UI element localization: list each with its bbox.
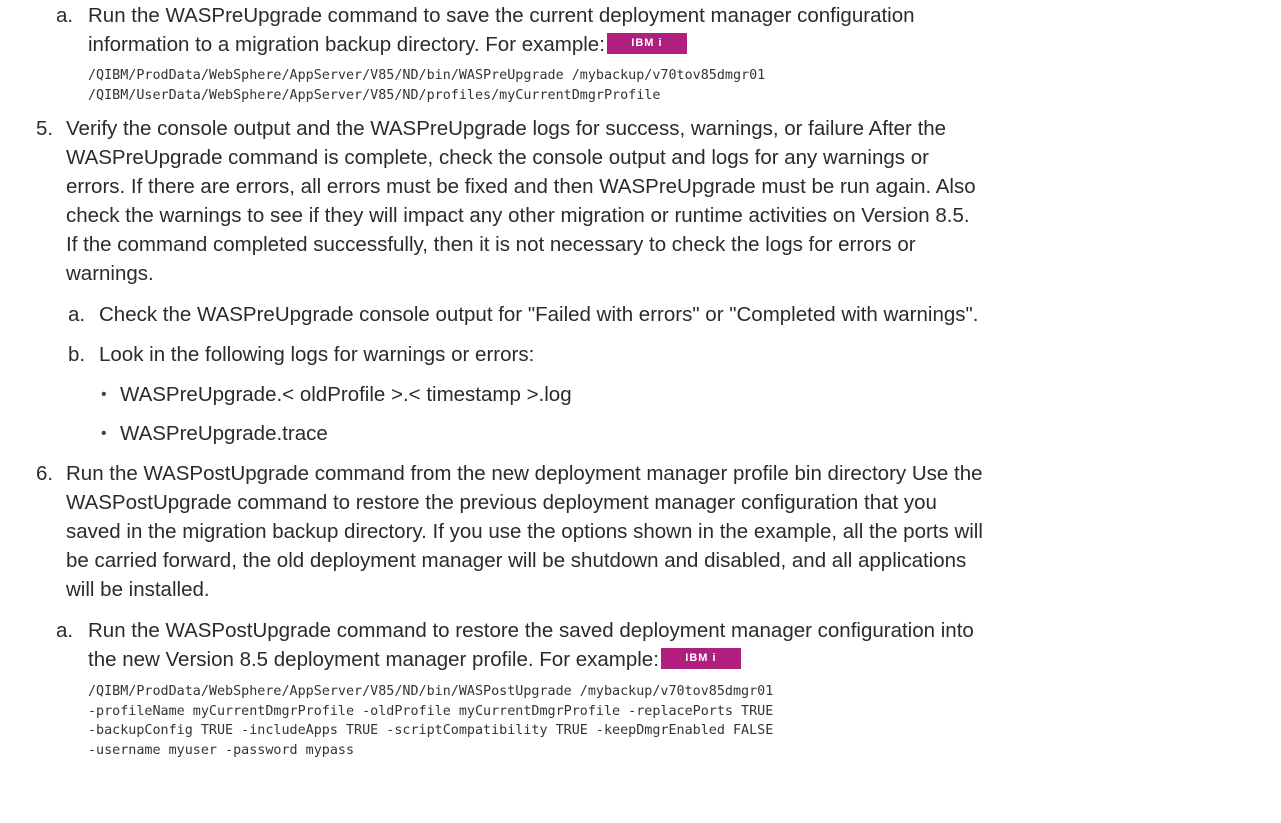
step-5-line-3: errors. If there are errors, all errors … [66,175,976,198]
code-line: -profileName myCurrentDmgrProfile -oldPr… [88,703,774,719]
code-block-postupgrade: /QIBM/ProdData/WebSphere/AppServer/V85/N… [88,682,773,760]
step-6a-marker: a. [56,619,74,642]
code-line: -backupConfig TRUE -includeApps TRUE -sc… [88,723,774,738]
code-line: -username myuser -password mypass [88,742,355,758]
log-item-1: WASPreUpgrade.< oldProfile >.< timestamp… [120,383,572,406]
code-line: /QIBM/ProdData/WebSphere/AppServer/V85/N… [88,684,774,699]
step-5b-marker: b. [68,343,86,366]
step-6-line-4: be carried forward, the old deployment m… [66,549,967,572]
bullet-dot: • [101,386,107,403]
step-4a-marker: a. [56,4,74,27]
step-6-line-2: WASPostUpgrade command to restore the pr… [66,491,937,514]
document-page: a. Run the WASPreUpgrade command to save… [0,0,1281,823]
step-6-line-1: Run the WASPostUpgrade command from the … [66,462,983,485]
ibm-i-badge: IBM i [660,648,741,670]
bullet-dot: • [101,425,107,442]
ibm-i-badge: IBM i [606,33,687,55]
step-5-line-5: If the command completed successfully, t… [66,233,916,256]
step-6a-line-2-text: the new Version 8.5 deployment manager p… [88,648,659,671]
code-line: /QIBM/UserData/WebSphere/AppServer/V85/N… [88,87,661,103]
step-6-marker: 6. [36,462,54,485]
step-6-line-5: will be installed. [66,578,210,601]
step-6a-line-1: Run the WASPostUpgrade command to restor… [88,619,974,642]
step-6-line-3: saved in the migration backup directory.… [66,520,983,543]
log-item-2: WASPreUpgrade.trace [120,422,328,445]
step-5b-text: Look in the following logs for warnings … [99,343,535,366]
step-5-line-2: WASPreUpgrade command is complete, check… [66,146,929,169]
code-line: /QIBM/ProdData/WebSphere/AppServer/V85/N… [88,68,766,83]
step-5-line-6: warnings. [66,262,154,285]
step-5a-marker: a. [68,303,86,326]
step-4a-line-2-text: information to a migration backup direct… [88,33,605,56]
step-5a-text: Check the WASPreUpgrade console output f… [99,303,979,326]
step-4a-line-1: Run the WASPreUpgrade command to save th… [88,4,915,27]
step-5-line-1: Verify the console output and the WASPre… [66,117,947,140]
step-5-marker: 5. [36,117,54,140]
step-6a-line-2: the new Version 8.5 deployment manager p… [88,645,741,674]
step-5-line-4: check the warnings to see if they will i… [66,204,970,227]
code-block-preupgrade: /QIBM/ProdData/WebSphere/AppServer/V85/N… [88,66,765,105]
step-4a-line-2: information to a migration backup direct… [88,30,687,59]
